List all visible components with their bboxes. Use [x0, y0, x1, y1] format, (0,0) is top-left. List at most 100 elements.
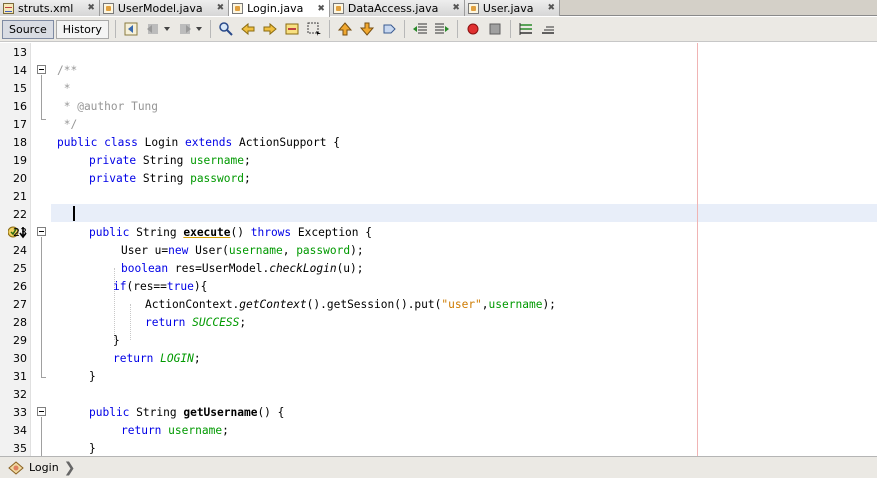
- code-token: new: [168, 244, 189, 257]
- stop-macro-recording-icon[interactable]: [486, 20, 504, 38]
- code-token: ,: [282, 244, 297, 257]
- code-token: true: [166, 280, 194, 293]
- fold-end: [41, 119, 46, 120]
- code-token: password: [190, 172, 244, 185]
- last-edit-icon[interactable]: [122, 20, 140, 38]
- find-icon[interactable]: [217, 20, 235, 38]
- tab-usermodel-java[interactable]: UserModel.java ✖: [99, 0, 230, 16]
- line-number: 13: [13, 46, 27, 59]
- code-line-28: return SUCCESS;: [145, 314, 246, 332]
- line-number: 19: [13, 154, 27, 167]
- code-token: username: [488, 298, 543, 311]
- code-line-26: if(res==true){: [113, 278, 207, 296]
- code-editor[interactable]: 13 14 15 16 17 18 19 20 21 22 23 24 25 2…: [0, 43, 877, 456]
- class-icon: [8, 460, 24, 475]
- code-line-14: /**: [57, 64, 78, 77]
- tab-user-java[interactable]: User.java ✖: [464, 0, 561, 16]
- code-token: throws: [250, 226, 292, 239]
- code-token: () {: [257, 406, 285, 419]
- code-line-29: }: [113, 334, 120, 347]
- line-number: 23: [13, 226, 27, 239]
- tab-struts-xml[interactable]: struts.xml ✖: [0, 0, 100, 16]
- code-token: Login: [144, 136, 179, 149]
- code-line-17: */: [57, 118, 78, 131]
- code-token: User u=: [121, 244, 169, 257]
- next-bookmark-icon[interactable]: [358, 20, 376, 38]
- code-token: "user": [441, 298, 482, 311]
- code-token: execute: [183, 226, 231, 239]
- find-previous-icon[interactable]: [239, 20, 257, 38]
- toolbar-separator: [114, 20, 116, 38]
- code-token: if: [113, 280, 127, 293]
- tab-login-java[interactable]: Login.java ✖: [229, 0, 330, 17]
- line-number: 17: [13, 118, 27, 131]
- code-token: public: [89, 406, 130, 419]
- fold-collapse-icon[interactable]: [37, 227, 46, 236]
- code-token: String: [136, 406, 177, 419]
- fold-collapse-icon[interactable]: [37, 407, 46, 416]
- rectangular-selection-icon[interactable]: [305, 20, 323, 38]
- toggle-bookmark-icon[interactable]: [380, 20, 398, 38]
- close-tab-icon[interactable]: ✖: [548, 3, 556, 13]
- history-button[interactable]: History: [55, 19, 109, 39]
- code-token: getUsername: [183, 406, 258, 419]
- code-token: Exception {: [297, 226, 372, 239]
- code-line-30: return LOGIN;: [113, 350, 201, 368]
- close-tab-icon[interactable]: ✖: [217, 3, 225, 13]
- code-token: ;: [193, 352, 201, 365]
- code-token: username: [228, 244, 283, 257]
- chevron-down-icon[interactable]: [195, 27, 202, 31]
- fold-guide: [41, 75, 42, 119]
- fold-collapse-icon[interactable]: [37, 65, 46, 74]
- line-number: 24: [13, 244, 27, 257]
- find-next-icon[interactable]: [261, 20, 279, 38]
- close-tab-icon[interactable]: ✖: [452, 3, 460, 13]
- forward-icon[interactable]: [176, 20, 194, 38]
- code-token: public: [89, 226, 130, 239]
- code-token: ().getSession().put(: [306, 298, 442, 311]
- line-number: 28: [13, 316, 27, 329]
- fold-guide: [41, 417, 42, 456]
- toggle-highlight-icon[interactable]: [283, 20, 301, 38]
- line-number: 25: [13, 262, 27, 275]
- editor-toolbar: Source History: [0, 17, 877, 42]
- breadcrumb-item[interactable]: Login: [29, 461, 59, 474]
- back-icon[interactable]: [144, 20, 162, 38]
- code-token: public: [57, 136, 98, 149]
- line-number: 16: [13, 100, 27, 113]
- previous-bookmark-icon[interactable]: [336, 20, 354, 38]
- shift-left-icon[interactable]: [411, 20, 429, 38]
- code-token: );: [542, 298, 556, 311]
- current-line-highlight: [51, 204, 877, 222]
- close-tab-icon[interactable]: ✖: [87, 3, 95, 13]
- code-token: (): [230, 226, 244, 239]
- java-file-icon: [467, 2, 479, 14]
- start-macro-recording-icon[interactable]: [464, 20, 482, 38]
- chevron-down-icon[interactable]: [163, 27, 170, 31]
- toolbar-separator: [209, 20, 211, 38]
- tab-label: Login.java: [247, 2, 304, 15]
- code-token: String: [136, 226, 177, 239]
- chevron-right-icon[interactable]: ❯: [64, 460, 76, 476]
- code-line-35: }: [89, 442, 96, 455]
- code-token: return: [145, 316, 186, 329]
- close-tab-icon[interactable]: ✖: [317, 4, 325, 14]
- uncomment-icon[interactable]: [539, 20, 557, 38]
- code-token: private: [89, 154, 137, 167]
- comment-icon[interactable]: [517, 20, 535, 38]
- code-token: checkLogin: [269, 262, 337, 275]
- code-line-31: }: [89, 370, 96, 383]
- line-number: 32: [13, 388, 27, 401]
- line-number: 20: [13, 172, 27, 185]
- java-file-icon: [102, 2, 114, 14]
- tab-dataaccess-java[interactable]: DataAccess.java ✖: [329, 0, 465, 16]
- tab-label: DataAccess.java: [347, 1, 439, 15]
- code-line-20: private String password;: [89, 172, 251, 185]
- code-token: getContext: [239, 298, 307, 311]
- source-button[interactable]: Source: [2, 19, 54, 39]
- code-token: User(: [195, 244, 229, 257]
- code-token: ;: [239, 316, 247, 329]
- line-number: 22: [13, 208, 27, 221]
- code-token: (u);: [336, 262, 364, 275]
- shift-right-icon[interactable]: [433, 20, 451, 38]
